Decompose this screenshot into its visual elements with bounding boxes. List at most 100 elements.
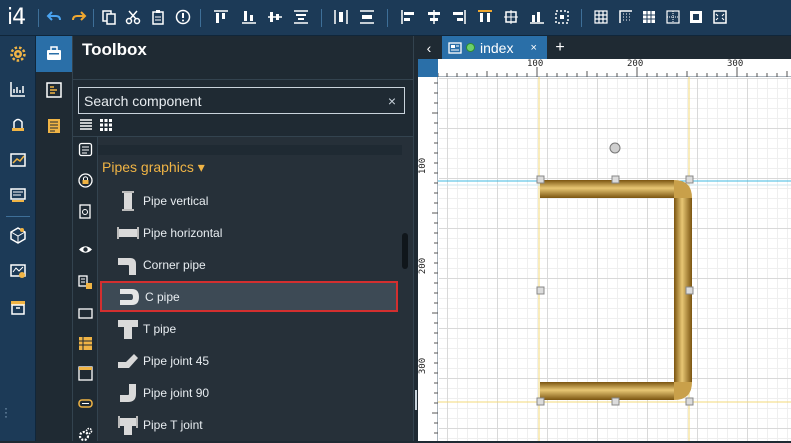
ruler-label: 300 xyxy=(418,357,429,375)
diagnostics-icon[interactable] xyxy=(7,260,29,282)
vertical-ruler: 100 200 300 xyxy=(418,77,438,441)
list-item-pipe-vertical[interactable]: Pipe vertical xyxy=(100,185,398,216)
canvas-grid[interactable] xyxy=(439,78,791,441)
gear-icon[interactable] xyxy=(77,426,94,443)
list-item-pipe-joint-45[interactable]: Pipe joint 45 xyxy=(100,345,398,376)
list-item-label: Pipe T joint xyxy=(143,417,203,432)
align-center-vertical-icon[interactable] xyxy=(502,8,520,26)
grid-icon[interactable] xyxy=(592,8,610,26)
snap-grid-icon[interactable] xyxy=(687,8,705,26)
splitter-grip[interactable] xyxy=(415,390,417,410)
horizontal-ruler: 100 200 300 xyxy=(438,59,791,77)
panel-title: Toolbox xyxy=(82,40,147,59)
report-icon[interactable] xyxy=(7,184,29,206)
fit-icon[interactable] xyxy=(664,8,682,26)
align-vertical-center-icon[interactable] xyxy=(292,8,310,26)
lock-icon[interactable] xyxy=(77,172,94,189)
alarm-icon[interactable] xyxy=(7,113,29,135)
table-icon[interactable] xyxy=(77,335,94,352)
toolbar-divider xyxy=(200,9,201,27)
close-tab-icon[interactable]: × xyxy=(530,42,536,54)
list-item-label: C pipe xyxy=(145,289,180,304)
archive-icon[interactable] xyxy=(7,296,29,318)
align-center-icon[interactable] xyxy=(425,8,443,26)
group-header-pipes-graphics[interactable]: Pipes graphics ▾ xyxy=(102,159,205,176)
grid-view-icon[interactable] xyxy=(99,118,113,132)
panel-tabs xyxy=(36,36,73,441)
page-icon xyxy=(448,41,462,54)
copy-icon[interactable] xyxy=(100,8,118,26)
frame-icon[interactable] xyxy=(77,365,94,382)
rail-more-handle[interactable]: · · · xyxy=(4,402,8,422)
paste-icon[interactable] xyxy=(149,8,167,26)
toolbar-divider xyxy=(38,9,39,27)
add-tab-button[interactable]: + xyxy=(552,36,568,59)
main-toolbar: i4 xyxy=(0,0,791,36)
align-bottom-icon[interactable] xyxy=(240,8,258,26)
list-item-label: Corner pipe xyxy=(143,257,206,272)
distribute-vertical-icon[interactable] xyxy=(358,8,376,26)
rail-divider xyxy=(6,216,30,217)
pipe-t-joint-icon xyxy=(116,414,140,436)
toolbar-divider xyxy=(321,9,322,27)
list-item-label: Pipe joint 45 xyxy=(143,353,210,368)
list-item-pipe-t-joint[interactable]: Pipe T joint xyxy=(100,409,398,440)
settings-icon[interactable] xyxy=(7,43,29,65)
grid-fine-icon[interactable] xyxy=(640,8,658,26)
cut-icon[interactable] xyxy=(124,8,142,26)
eye-icon[interactable] xyxy=(77,241,94,258)
clear-search-icon[interactable]: × xyxy=(380,93,404,109)
toolbar-divider xyxy=(93,9,94,27)
link-icon[interactable] xyxy=(77,395,94,412)
align-top-edge-icon[interactable] xyxy=(476,8,494,26)
search-input-text[interactable]: Search component xyxy=(84,93,380,109)
category-column xyxy=(73,137,98,443)
toolbox-icon[interactable] xyxy=(36,36,72,72)
left-rail: · · · xyxy=(0,36,36,441)
trends-icon[interactable] xyxy=(7,149,29,171)
pipe-vertical-icon xyxy=(116,190,140,212)
charts-icon[interactable] xyxy=(7,78,29,100)
align-bottom-edge-icon[interactable] xyxy=(528,8,546,26)
ruler-label: 100 xyxy=(527,59,544,69)
list-item-label: Pipe joint 90 xyxy=(143,385,210,400)
app-logo: i4 xyxy=(7,5,26,30)
align-right-icon[interactable] xyxy=(450,8,468,26)
list-item-t-pipe[interactable]: T pipe xyxy=(100,313,398,344)
window-icon[interactable] xyxy=(77,305,94,322)
ruler-corner xyxy=(418,59,438,77)
tab-label: index xyxy=(480,39,514,56)
redo-icon[interactable] xyxy=(70,8,88,26)
list-icon[interactable] xyxy=(77,141,94,158)
align-middle-icon[interactable] xyxy=(266,8,284,26)
search-component-input[interactable]: Search component × xyxy=(78,87,405,114)
components-icon[interactable] xyxy=(36,72,72,108)
align-left-icon[interactable] xyxy=(399,8,417,26)
tab-index[interactable]: index × xyxy=(442,36,547,59)
ruler-label: 200 xyxy=(627,59,644,69)
design-canvas[interactable]: 100 200 300 100 200 300 xyxy=(418,59,791,441)
list-view-icon[interactable] xyxy=(79,118,93,132)
list-item-corner-pipe[interactable]: Corner pipe xyxy=(100,249,398,280)
align-top-icon[interactable] xyxy=(212,8,230,26)
package-icon[interactable] xyxy=(7,224,29,246)
pages-icon[interactable] xyxy=(36,108,72,144)
list-item-pipe-horizontal[interactable]: Pipe horizontal xyxy=(100,217,398,248)
fullscreen-icon[interactable] xyxy=(711,8,729,26)
c-pipe-icon xyxy=(118,286,142,308)
collapse-panel-button[interactable]: ‹ xyxy=(418,36,440,59)
list-scrollbar[interactable] xyxy=(402,233,408,269)
ruler-label: 200 xyxy=(418,257,429,275)
same-size-icon[interactable] xyxy=(553,8,571,26)
list-band xyxy=(98,145,402,155)
list-item-pipe-joint-90[interactable]: Pipe joint 90 xyxy=(100,377,398,408)
pipe-joint-45-icon xyxy=(116,350,140,372)
snap-icon[interactable] xyxy=(617,8,635,26)
info-icon[interactable] xyxy=(174,8,192,26)
undo-icon[interactable] xyxy=(45,8,63,26)
flow-icon[interactable] xyxy=(77,274,94,291)
list-item-c-pipe[interactable]: C pipe xyxy=(100,281,398,312)
component-list: Pipes graphics ▾ Pipe vertical Pipe hori… xyxy=(98,137,413,441)
document-icon[interactable] xyxy=(77,203,94,220)
distribute-horizontal-icon[interactable] xyxy=(332,8,350,26)
